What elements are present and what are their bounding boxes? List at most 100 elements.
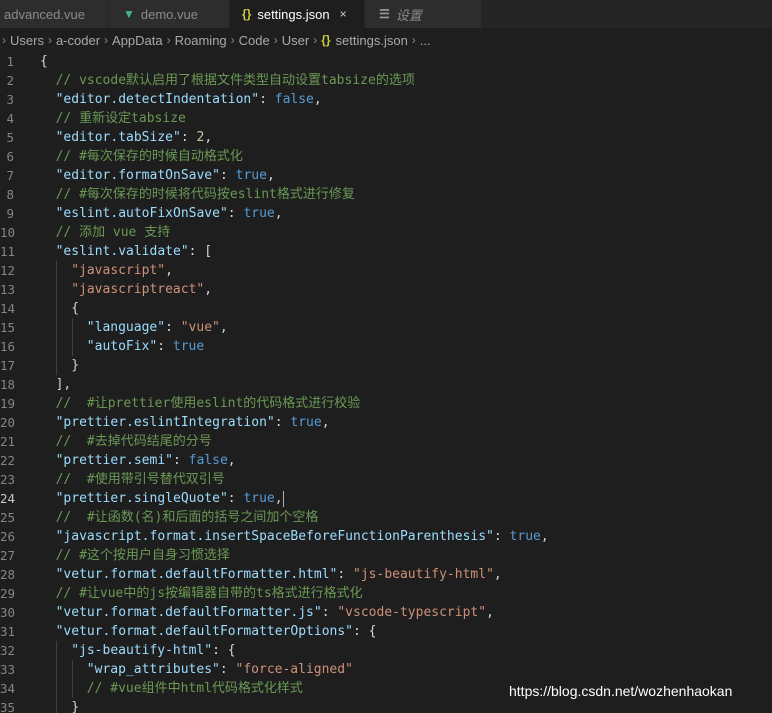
tab-settings-json[interactable]: {} settings.json ×: [230, 0, 365, 28]
breadcrumb-item[interactable]: {} settings.json: [321, 33, 408, 48]
breadcrumb-item[interactable]: ...: [420, 33, 431, 48]
code-line[interactable]: 26 "javascript.format.insertSpaceBeforeFu…: [0, 527, 772, 546]
line-number: 10: [0, 225, 16, 240]
breadcrumb-item[interactable]: User: [282, 33, 309, 48]
tab-label: advanced.vue: [4, 6, 85, 22]
line-number: 33: [0, 662, 16, 677]
close-icon[interactable]: ×: [340, 7, 347, 21]
code-line[interactable]: 1{: [0, 52, 772, 71]
tab-demo-vue[interactable]: ▼ demo.vue: [109, 0, 230, 28]
code-text: "wrap_attributes": "force-aligned": [87, 660, 353, 679]
punctuation: ,: [313, 92, 322, 107]
code-text: "editor.tabSize": 2,: [56, 128, 213, 147]
breadcrumb-item[interactable]: AppData: [112, 33, 163, 48]
code-line[interactable]: 35}: [0, 698, 772, 713]
code-line[interactable]: 12 "javascript",: [0, 261, 772, 280]
code-line[interactable]: 16 "autoFix": true: [0, 337, 772, 356]
json-boolean: false: [274, 92, 314, 107]
code-line[interactable]: 27 // #这个按用户自身习惯选择: [0, 546, 772, 565]
indent-guide: [56, 337, 57, 356]
punctuation: : [: [188, 244, 213, 259]
watermark: https://blog.csdn.net/wozhenhaokan: [509, 683, 733, 699]
code-line[interactable]: 8 // #每次保存的时候将代码按eslint格式进行修复: [0, 185, 772, 204]
chevron-right-icon: ›: [166, 33, 171, 47]
code-line[interactable]: 33 "wrap_attributes": "force-aligned": [0, 660, 772, 679]
indent-guide: [72, 660, 73, 679]
code-line[interactable]: 25 // #让函数(名)和后面的括号之间加个空格: [0, 508, 772, 527]
json-braces-icon: {}: [242, 7, 252, 21]
json-string: "vscode-typescript": [337, 605, 487, 620]
breadcrumb-item[interactable]: Users: [10, 33, 44, 48]
punctuation: ,: [227, 453, 236, 468]
line-number: 5: [6, 130, 14, 145]
code-line[interactable]: 31 "vetur.format.defaultFormatterOptions"…: [0, 622, 772, 641]
code-line[interactable]: 28 "vetur.format.defaultFormatter.html": …: [0, 565, 772, 584]
breadcrumb-item[interactable]: Code: [239, 33, 270, 48]
line-number: 11: [0, 244, 16, 259]
code-line[interactable]: 2 // vscode默认启用了根据文件类型自动设置tabsize的选项: [0, 71, 772, 90]
code-text: // #去掉代码结尾的分号: [56, 432, 212, 451]
code-comment: // #这个按用户自身习惯选择: [55, 548, 230, 563]
json-boolean: true: [243, 206, 275, 221]
code-line[interactable]: 3 "editor.detectIndentation": false,: [0, 90, 772, 109]
breadcrumb-file-label: settings.json: [335, 32, 408, 48]
chevron-right-icon: ›: [313, 33, 318, 47]
breadcrumb-item[interactable]: a-coder: [56, 33, 100, 48]
code-line[interactable]: 14 {: [0, 299, 772, 318]
json-key: "autoFix": [86, 339, 158, 354]
code-text: "prettier.singleQuote": true,: [56, 489, 284, 508]
code-line[interactable]: 17}: [0, 356, 772, 375]
code-line[interactable]: 10 // 添加 vue 支持: [0, 223, 772, 242]
vue-icon: ▼: [123, 7, 135, 21]
tab-settings-ui[interactable]: ☰ 设置: [365, 0, 482, 28]
code-line[interactable]: 13 "javascriptreact",: [0, 280, 772, 299]
json-key: "prettier.semi": [55, 453, 173, 468]
code-line[interactable]: 32 "js-beautify-html": {: [0, 641, 772, 660]
json-boolean: true: [172, 339, 205, 354]
code-comment: // 添加 vue 支持: [55, 225, 171, 240]
code-line[interactable]: 7 "editor.formatOnSave": true,: [0, 166, 772, 185]
indent-guide: [56, 280, 57, 299]
code-line[interactable]: 29 // #让vue中的js按编辑器自带的ts格式进行格式化: [0, 584, 772, 603]
code-line[interactable]: 23 // #使用带引号替代双引号: [0, 470, 772, 489]
breadcrumb-item[interactable]: Roaming: [175, 33, 227, 48]
punctuation: ,: [165, 263, 173, 278]
json-boolean: false: [188, 453, 228, 468]
code-line[interactable]: 6 // #每次保存的时候自动格式化: [0, 147, 772, 166]
line-number: 35: [0, 700, 16, 713]
breadcrumb: › Users › a-coder › AppData › Roaming › …: [0, 28, 772, 52]
line-number: 14: [0, 301, 16, 316]
indent-guide: [56, 299, 57, 318]
code-line[interactable]: 9 "eslint.autoFixOnSave": true,: [0, 204, 772, 223]
json-boolean: true: [509, 529, 541, 544]
code-comment: // 重新设定tabsize: [55, 111, 186, 126]
code-editor[interactable]: 1{2// vscode默认启用了根据文件类型自动设置tabsize的选项 3 "e…: [0, 52, 772, 713]
code-line[interactable]: 11 "eslint.validate": [: [0, 242, 772, 261]
indent-guide: [72, 679, 73, 698]
code-line[interactable]: 19 // #让prettier使用eslint的代码格式进行校验: [0, 394, 772, 413]
code-line[interactable]: 22 "prettier.semi": false,: [0, 451, 772, 470]
code-line[interactable]: 15 "language": "vue",: [0, 318, 772, 337]
code-line[interactable]: 18],: [0, 375, 772, 394]
json-key: "eslint.autoFixOnSave": [55, 206, 228, 221]
line-number: 4: [6, 111, 14, 126]
code-line[interactable]: 21 // #去掉代码结尾的分号: [0, 432, 772, 451]
code-line[interactable]: 5 "editor.tabSize": 2,: [0, 128, 772, 147]
code-comment: // vscode默认启用了根据文件类型自动设置tabsize的选项: [55, 73, 415, 88]
code-line[interactable]: 24 "prettier.singleQuote": true,: [0, 489, 772, 508]
punctuation: ,: [493, 567, 502, 582]
code-comment: // #让prettier使用eslint的代码格式进行校验: [55, 396, 361, 411]
tab-advanced-vue[interactable]: advanced.vue: [0, 0, 109, 28]
json-string: "javascript": [71, 263, 166, 278]
code-text: "javascriptreact",: [71, 280, 212, 299]
tab-label: 设置: [395, 7, 422, 23]
line-number: 22: [0, 453, 16, 468]
code-line[interactable]: 4 // 重新设定tabsize: [0, 109, 772, 128]
punctuation: :: [173, 453, 189, 468]
json-key: "prettier.eslintIntegration": [55, 415, 275, 430]
punctuation: :: [337, 567, 354, 582]
code-comment: // #vue组件中html代码格式化样式: [86, 681, 303, 696]
code-line[interactable]: 20 "prettier.eslintIntegration": true,: [0, 413, 772, 432]
line-number: 25: [0, 510, 16, 525]
code-line[interactable]: 30 "vetur.format.defaultFormatter.js": "v…: [0, 603, 772, 622]
